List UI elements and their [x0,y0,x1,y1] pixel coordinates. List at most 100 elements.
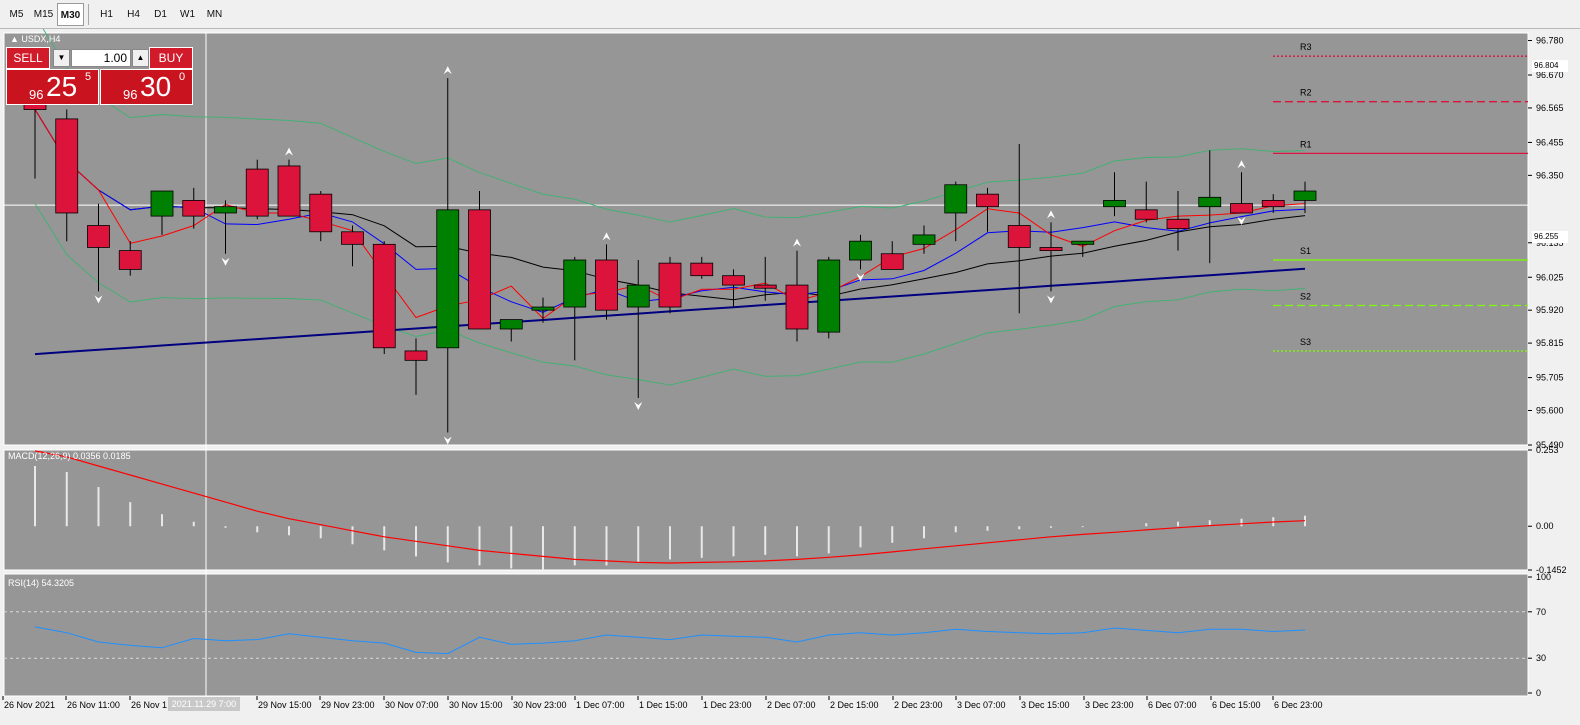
candle-body [817,259,841,333]
time-axis-label: 1 Dec 15:00 [639,700,688,710]
time-axis-label: 6 Dec 23:00 [1274,700,1323,710]
candle-body [849,240,872,261]
price-axis-label: 96.565 [1536,103,1564,113]
time-axis-label: 6 Dec 07:00 [1148,700,1197,710]
candle-body [499,319,523,330]
candle-body [87,225,110,248]
candle-body [976,193,999,208]
pivot-label-s3: S3 [1300,337,1311,347]
candle-body [404,350,428,361]
time-axis-label: 3 Dec 15:00 [1021,700,1070,710]
price-axis-label: 96.455 [1536,137,1564,147]
lot-decrease-button[interactable]: ▼ [53,49,70,67]
candle-body [658,262,682,308]
time-axis-label: 3 Dec 07:00 [957,700,1006,710]
top-price-label: 96.804 [1532,60,1568,72]
candle-body [595,259,618,311]
time-axis-label: 30 Nov 23:00 [513,700,567,710]
time-axis-label: 30 Nov 07:00 [385,700,439,710]
time-axis-label: 30 Nov 15:00 [449,700,503,710]
timeframe-h4-button[interactable]: H4 [120,3,147,26]
candle-body [912,234,936,245]
time-axis-label: 26 Nov 11:00 [67,700,120,710]
candle-body [626,284,650,308]
candle-body [309,193,333,233]
candle-body [436,209,460,349]
time-axis-label: 1 Dec 23:00 [703,700,752,710]
candle-body [55,118,79,214]
price-axis-label: 95.705 [1536,373,1564,383]
price-axis-label: 96.780 [1536,36,1564,46]
time-axis-label: 26 Nov 2021 [4,700,55,710]
candle-body [690,262,714,277]
candle-body [118,250,142,270]
crosshair-date-label: 2021.11.29 7:00 [168,697,240,711]
price-axis-label: 96.025 [1536,272,1564,282]
sell-price-prefix: 96 [29,87,44,102]
pivot-label-r1: R1 [1300,139,1312,149]
current-price-label: 96.255 [1532,231,1568,243]
time-axis-label: 29 Nov 23:00 [321,700,375,710]
time-axis-label: 2 Dec 07:00 [767,700,816,710]
rsi-label: RSI(14) 54.3205 [8,578,74,588]
candle-body [372,243,396,349]
timeframe-m5-button[interactable]: M5 [3,3,30,26]
chart-window[interactable]: 96.78096.67096.56596.45596.35096.13596.0… [0,29,1580,725]
candle-body [880,253,904,270]
rsi-axis-label: 70 [1536,607,1546,617]
timeframe-toolbar: M5 M15 M30 H1 H4 D1 W1 MN [0,0,1580,29]
candle-body [531,306,555,311]
time-axis-label: 2 Dec 23:00 [894,700,943,710]
time-axis-label: 26 Nov 1 [131,700,167,710]
macd-axis-label: 0.00 [1536,521,1554,531]
candle-body [1230,203,1253,214]
buy-price-sup: 0 [179,71,186,83]
rsi-pane-background [3,573,1529,697]
buy-price-box[interactable]: 96 30 0 [100,69,193,105]
price-axis-label: 95.920 [1536,305,1564,315]
timeframe-d1-button[interactable]: D1 [147,3,174,26]
candle-body [1134,209,1158,220]
price-axis-label: 95.815 [1536,338,1564,348]
candle-body [150,190,174,217]
candle-body [785,284,809,330]
candle-body [1166,218,1190,230]
buy-button[interactable]: BUY [149,47,193,69]
candle-body [277,165,301,217]
lot-increase-button[interactable]: ▲ [132,49,149,67]
sell-price-sup: 5 [85,71,92,83]
candle-body [1261,200,1285,208]
timeframe-m15-button[interactable]: M15 [30,3,57,26]
time-axis-label: 6 Dec 15:00 [1212,700,1261,710]
sell-price-box[interactable]: 96 25 5 [6,69,99,105]
candle-body [468,209,491,330]
price-axis-label: 96.350 [1536,170,1564,180]
buy-price-big: 30 [140,71,172,102]
lot-size-input[interactable]: 1.00 [71,49,131,67]
rsi-axis-label: 100 [1536,572,1551,582]
price-axis-label: 95.600 [1536,406,1564,416]
candle-body [1198,196,1222,208]
candle-body [722,275,745,286]
candle-body [944,184,968,214]
symbol-label: ▲ USDX,H4 [10,34,60,44]
time-axis-label: 29 Nov 15:00 [258,700,312,710]
candle-body [245,168,269,217]
timeframe-m30-button[interactable]: M30 [57,3,84,26]
sell-price-big: 25 [46,71,78,102]
candle-body [753,284,777,289]
timeframe-h1-button[interactable]: H1 [93,3,120,26]
candle-body [1293,190,1317,201]
candle-body [1007,225,1031,248]
pivot-label-r2: R2 [1300,88,1312,98]
buy-price-prefix: 96 [123,87,138,102]
timeframe-w1-button[interactable]: W1 [174,3,201,26]
sell-button[interactable]: SELL [6,47,50,69]
macd-axis-label: 0.253 [1536,445,1559,455]
macd-label: MACD(12,26,9) 0.0356 0.0185 [8,451,131,461]
candle-body [1039,247,1063,252]
timeframe-mn-button[interactable]: MN [201,3,228,26]
rsi-axis-label: 0 [1536,688,1541,698]
candle-body [214,206,237,214]
chart-canvas[interactable]: 96.78096.67096.56596.45596.35096.13596.0… [0,29,1580,725]
